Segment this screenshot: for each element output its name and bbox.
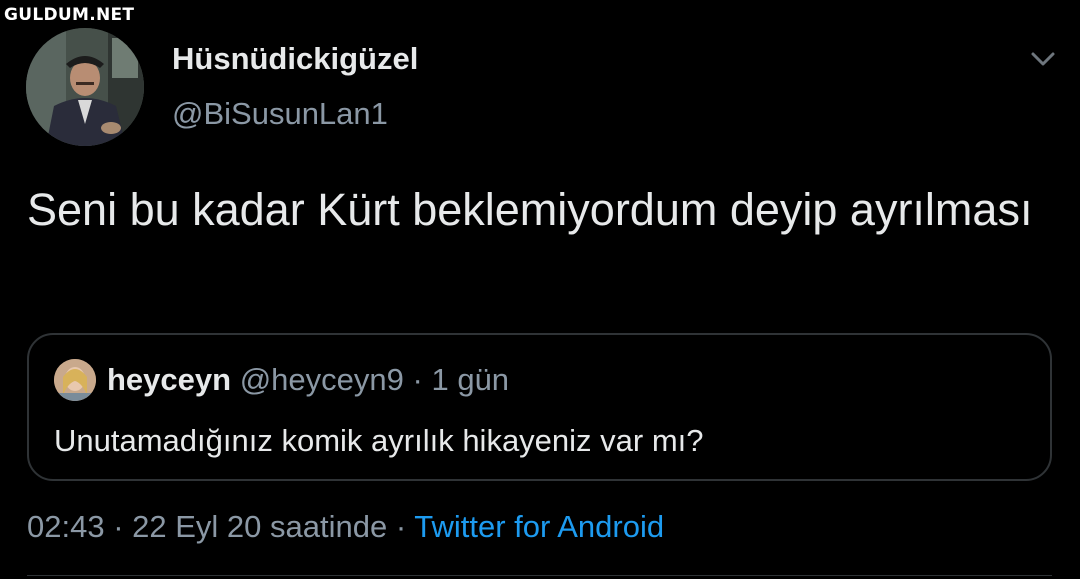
meta-separator: · — [113, 509, 124, 544]
author-display-name[interactable]: Hüsnüdickigüzel — [172, 41, 418, 77]
quoted-separator: · — [412, 362, 423, 397]
author-handle[interactable]: @BiSusunLan1 — [172, 96, 388, 132]
tweet-source-link[interactable]: Twitter for Android — [414, 509, 664, 544]
quoted-tweet-header: heyceyn @heyceyn9 · 1 gün — [107, 362, 509, 398]
tweet-text: Seni bu kadar Kürt beklemiyordum deyip a… — [27, 184, 1033, 235]
meta-separator: · — [395, 509, 407, 544]
quoted-handle[interactable]: @heyceyn9 — [240, 362, 404, 397]
quoted-timestamp[interactable]: 1 gün — [431, 362, 509, 397]
quoted-author-avatar[interactable] — [54, 359, 96, 401]
site-watermark: GULDUM.NET — [4, 5, 135, 25]
quoted-tweet-card[interactable]: heyceyn @heyceyn9 · 1 gün Unutamadığınız… — [27, 333, 1052, 481]
tweet-date[interactable]: 22 Eyl 20 saatinde — [132, 509, 387, 544]
tweet-time[interactable]: 02:43 — [27, 509, 105, 544]
tweet-meta: 02:43 · 22 Eyl 20 saatinde · Twitter for… — [27, 509, 664, 545]
quoted-display-name[interactable]: heyceyn — [107, 362, 231, 397]
quoted-tweet-text: Unutamadığınız komik ayrılık hikayeniz v… — [54, 423, 704, 458]
chevron-down-icon[interactable] — [1028, 46, 1058, 72]
divider — [27, 575, 1052, 576]
author-avatar[interactable] — [26, 28, 144, 146]
